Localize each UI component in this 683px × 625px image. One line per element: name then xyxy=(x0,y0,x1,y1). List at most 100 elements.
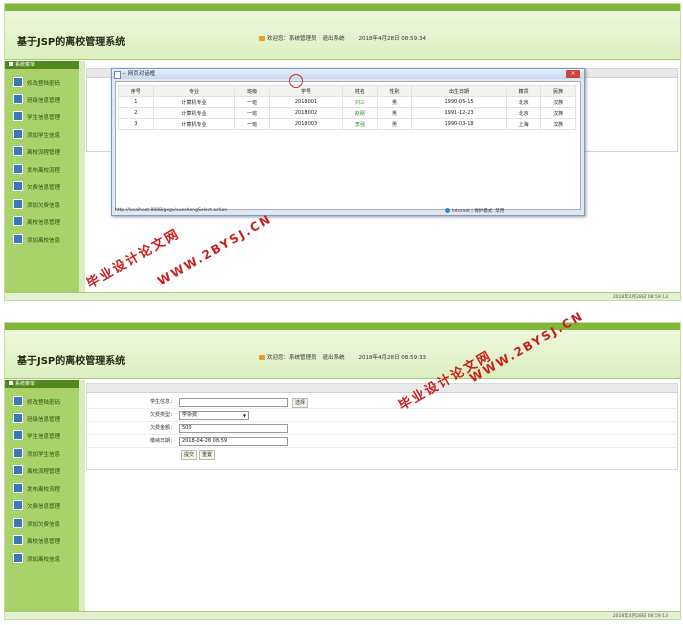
table-cell: 一班 xyxy=(234,118,270,130)
sidebar-item[interactable]: 欠费信息管理 xyxy=(13,500,60,510)
logout-link[interactable]: 退出系统 xyxy=(323,36,345,42)
menu-item-icon xyxy=(13,164,23,174)
sidebar-item[interactable]: 添加欠费信息 xyxy=(13,518,60,528)
sidebar-item[interactable]: 学生信息管理 xyxy=(13,430,60,440)
sidebar-item-label: 添加欠费信息 xyxy=(27,203,61,209)
sidebar-splitter[interactable] xyxy=(79,61,85,292)
table-header-row: 序号 专业 班级 学号 姓名 性别 出生日期 籍贯 民族 xyxy=(118,85,576,97)
sidebar-item-label: 添加离校信息 xyxy=(27,557,61,563)
datetime: 2018年4月28日 08:59:34 xyxy=(358,36,426,42)
table-cell: 北京 xyxy=(505,96,542,108)
menu-item-icon xyxy=(13,430,23,440)
student-table: 序号 专业 班级 学号 姓名 性别 出生日期 籍贯 民族 1 计算机专业 一班 … xyxy=(118,85,576,130)
table-cell: 2018001 xyxy=(268,96,344,108)
welcome-text: 欢迎您：系统管理员 xyxy=(267,355,317,361)
sidebar: 系统菜单 修改登陆密码 班级信息管理 学生信息管理 添加学生信息 离校流程管理 … xyxy=(5,380,81,611)
fee-type-select[interactable]: 学杂费 ▼ xyxy=(179,411,249,420)
submit-button[interactable]: 提交 xyxy=(181,450,198,460)
sidebar-item-label: 添加学生信息 xyxy=(27,133,61,139)
menu-arrow-icon xyxy=(9,62,13,66)
table-cell: 一班 xyxy=(234,107,270,119)
sidebar-item[interactable]: 添加离校信息 xyxy=(13,553,60,563)
sidebar-item-label: 离校信息管理 xyxy=(27,539,61,545)
select-button[interactable]: 选择 xyxy=(292,398,309,408)
app-title: 基于JSP的离校管理系统 xyxy=(17,356,126,367)
column-header: 学号 xyxy=(268,85,344,97)
sidebar-splitter[interactable] xyxy=(79,380,85,611)
sidebar-item[interactable]: 添加学生信息 xyxy=(13,129,60,139)
screenshot-student-select: 基于JSP的离校管理系统 欢迎您：系统管理员 退出系统 2018年4月28日 08:… xyxy=(4,3,681,301)
sidebar-item-label: 欠费信息管理 xyxy=(27,504,61,510)
sidebar-item[interactable]: 学生信息管理 xyxy=(13,111,60,121)
student-select-dialog: -- 网页对话框 × 序号 专业 班级 学号 姓名 性别 出生日期 籍贯 民族 xyxy=(111,68,585,216)
table-cell: 计算机专业 xyxy=(152,107,236,119)
column-header: 专业 xyxy=(152,85,236,97)
logout-link[interactable]: 退出系统 xyxy=(323,355,345,361)
menu-item-icon xyxy=(13,448,23,458)
sidebar-item-label: 班级信息管理 xyxy=(27,98,61,104)
table-cell: 上海 xyxy=(505,118,542,130)
sidebar-header-label: 系统菜单 xyxy=(15,381,36,387)
sidebar-item-label: 添加欠费信息 xyxy=(27,522,61,528)
sidebar-item[interactable]: 发布离校流程 xyxy=(13,164,60,174)
sidebar-item[interactable]: 修改登陆密码 xyxy=(13,77,60,87)
header: 基于JSP的离校管理系统 欢迎您：系统管理员 退出系统 2018年4月28日 08:… xyxy=(5,11,680,60)
column-header: 性别 xyxy=(376,85,413,97)
student-name-link[interactable]: 刘三 xyxy=(355,100,365,106)
menu-item-icon xyxy=(13,111,23,121)
sidebar-item-label: 发布离校流程 xyxy=(27,487,61,493)
user-icon xyxy=(259,355,265,360)
student-name-link[interactable]: 赵刚 xyxy=(355,111,365,117)
menu-item-icon xyxy=(13,181,23,191)
welcome-text: 欢迎您：系统管理员 xyxy=(267,36,317,42)
table-cell: 汉族 xyxy=(540,107,576,119)
sidebar-item[interactable]: 离校信息管理 xyxy=(13,216,60,226)
sidebar-item[interactable]: 欠费信息管理 xyxy=(13,181,60,191)
reset-button[interactable]: 重置 xyxy=(199,450,216,460)
footer-bar: 2018年4月28日 08:59:13 xyxy=(5,292,680,300)
menu-item-icon xyxy=(13,216,23,226)
sidebar-item[interactable]: 发布离校流程 xyxy=(13,483,60,493)
table-cell: 1 xyxy=(118,96,154,108)
menu-item-icon xyxy=(13,553,23,563)
sidebar-item[interactable]: 修改登陆密码 xyxy=(13,396,60,406)
form-row-fee-type: 欠费类型： 学杂费 ▼ xyxy=(87,409,677,422)
welcome-bar: 欢迎您：系统管理员 退出系统 2018年4月28日 08:59:34 xyxy=(259,34,426,42)
footer-time: 2018年4月28日 08:59:13 xyxy=(612,295,668,300)
datetime: 2018年4月28日 08:59:33 xyxy=(358,355,426,361)
date-field[interactable]: 2018-04-28 08:59 xyxy=(179,437,288,446)
sidebar-item[interactable]: 添加欠费信息 xyxy=(13,199,60,209)
table-cell: 计算机专业 xyxy=(152,118,236,130)
sidebar-item[interactable]: 离校信息管理 xyxy=(13,535,60,545)
table-cell: 一班 xyxy=(234,96,270,108)
form-row-date: 缴纳日期： 2018-04-28 08:59 xyxy=(87,435,677,448)
sidebar-item-label: 添加离校信息 xyxy=(27,238,61,244)
welcome-bar: 欢迎您：系统管理员 退出系统 2018年4月28日 08:59:33 xyxy=(259,353,426,361)
top-strip xyxy=(5,4,680,11)
student-name-link[interactable]: 李强 xyxy=(355,122,365,128)
table-cell: 1990-05-15 xyxy=(411,96,507,108)
sidebar-item[interactable]: 班级信息管理 xyxy=(13,94,60,104)
form-row-amount: 欠费金额： 500 xyxy=(87,422,677,435)
menu-item-icon xyxy=(13,234,23,244)
status-zone: Internet | 保护模式: 禁用 xyxy=(445,208,504,215)
table-cell: 赵刚 xyxy=(342,107,378,119)
amount-field[interactable]: 500 xyxy=(179,424,288,433)
menu-item-icon xyxy=(13,77,23,87)
sidebar-item-label: 学生信息管理 xyxy=(27,115,61,121)
sidebar-item[interactable]: 离校流程管理 xyxy=(13,146,60,156)
form-row-actions: 提交 重置 xyxy=(87,448,677,460)
column-header: 姓名 xyxy=(342,85,378,97)
form-row-student: 学生信息： 选择 xyxy=(87,396,677,409)
table-cell: 汉族 xyxy=(540,96,576,108)
sidebar-item[interactable]: 班级信息管理 xyxy=(13,413,60,423)
sidebar-item-label: 学生信息管理 xyxy=(27,434,61,440)
sidebar-item[interactable]: 离校流程管理 xyxy=(13,465,60,475)
column-header: 班级 xyxy=(234,85,270,97)
close-button[interactable]: × xyxy=(566,70,580,78)
sidebar-item-label: 班级信息管理 xyxy=(27,417,61,423)
student-field[interactable] xyxy=(179,398,288,407)
sidebar-item[interactable]: 添加学生信息 xyxy=(13,448,60,458)
sidebar-item[interactable]: 添加离校信息 xyxy=(13,234,60,244)
sidebar-header-label: 系统菜单 xyxy=(15,62,36,68)
